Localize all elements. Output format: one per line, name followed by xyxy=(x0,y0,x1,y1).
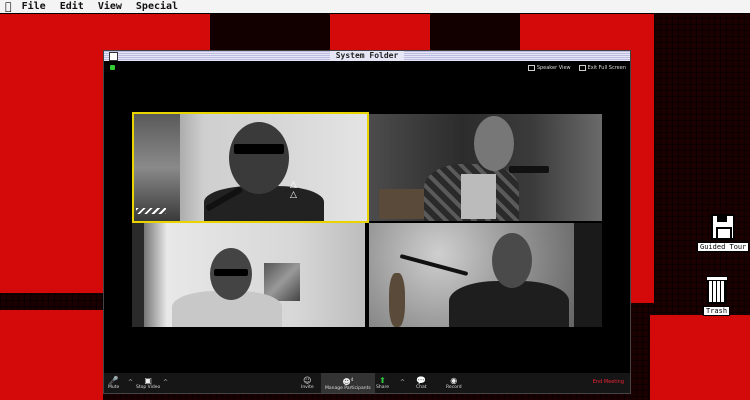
exit-full-screen-label: Exit Full Screen xyxy=(587,65,626,71)
menu-bar:  File Edit View Special xyxy=(0,0,750,14)
background-red-bottom-left xyxy=(0,310,103,400)
speaker-view-button[interactable]: Speaker View xyxy=(527,65,571,71)
share-label: Share xyxy=(376,385,389,390)
background-red-right xyxy=(629,13,654,303)
background-red-top-center xyxy=(330,13,430,50)
floppy-disk-icon xyxy=(711,214,736,240)
guitar xyxy=(389,273,405,327)
microphone-icon: 🎤 xyxy=(108,376,119,385)
speaker-view-label: Speaker View xyxy=(536,65,571,71)
participant-count: 4 xyxy=(350,376,354,382)
record-icon: ◉ xyxy=(450,376,458,385)
invite-icon: ☺ xyxy=(303,376,312,385)
mute-button[interactable]: 🎤 Mute xyxy=(108,373,119,393)
invite-button[interactable]: ☺ Invite xyxy=(301,373,314,393)
decal-triangle-icon: △ △ xyxy=(290,180,297,200)
participant-2-tshirt xyxy=(461,174,496,219)
video-tile-active-speaker[interactable]: △ △ xyxy=(132,112,369,223)
view-controls: Speaker View Exit Full Screen xyxy=(527,65,626,71)
security-lock-icon[interactable] xyxy=(110,65,115,70)
participant-2-head xyxy=(474,116,514,171)
menu-special[interactable]: Special xyxy=(136,1,178,12)
share-button[interactable]: ⬆ Share xyxy=(376,373,389,393)
poster-wall xyxy=(134,114,180,221)
background-dark-block-2 xyxy=(430,13,520,50)
end-meeting-button[interactable]: End Meeting xyxy=(593,379,624,385)
participant-2-microphone xyxy=(509,166,549,173)
background-red-bottom-right xyxy=(650,315,750,400)
share-screen-icon: ⬆ xyxy=(379,376,386,385)
mute-label: Mute xyxy=(108,385,120,390)
chat-icon: 💬 xyxy=(416,376,427,385)
background-red-top-mid xyxy=(100,13,210,50)
invite-label: Invite xyxy=(301,385,314,390)
video-tile-participant-2[interactable] xyxy=(369,114,602,221)
desktop-icon-guided-tour[interactable]: Guided Tour xyxy=(697,214,750,252)
video-tile-participant-3[interactable] xyxy=(132,223,365,327)
trash-can-icon xyxy=(705,276,728,304)
participant-4-body xyxy=(449,281,569,327)
video-tile-participant-4[interactable] xyxy=(369,223,602,327)
video-options-chevron-icon[interactable]: ^ xyxy=(163,379,168,386)
decal-stripes xyxy=(136,208,166,214)
desktop-icon-trash[interactable]: Trash xyxy=(703,276,731,316)
participant-1-head xyxy=(229,122,289,194)
chat-label: Chat xyxy=(416,385,427,390)
background-dark-block-1 xyxy=(210,13,330,50)
amplifier xyxy=(574,223,602,327)
window-title: System Folder xyxy=(329,51,405,61)
record-button[interactable]: ◉ Record xyxy=(446,373,462,393)
guided-tour-label: Guided Tour xyxy=(697,242,750,252)
exit-full-screen-icon xyxy=(578,65,586,71)
window-titlebar[interactable]: System Folder xyxy=(104,51,630,61)
menu-edit[interactable]: Edit xyxy=(60,1,84,12)
speaker-view-icon xyxy=(527,65,535,71)
background-red-top-left xyxy=(0,13,103,293)
participant-3-sunglasses xyxy=(214,269,248,276)
stop-video-label: Stop Video xyxy=(136,385,161,390)
menu-file[interactable]: File xyxy=(22,1,46,12)
audio-options-chevron-icon[interactable]: ^ xyxy=(128,379,133,386)
participants-icon: ☻4 xyxy=(342,376,354,387)
exit-full-screen-button[interactable]: Exit Full Screen xyxy=(578,65,626,71)
participant-4-head xyxy=(492,233,532,288)
trash-label: Trash xyxy=(703,306,731,316)
menu-view[interactable]: View xyxy=(98,1,122,12)
manage-participants-label: Manage Participants xyxy=(325,386,371,392)
share-options-chevron-icon[interactable]: ^ xyxy=(400,379,405,386)
mic-stand xyxy=(399,254,469,276)
record-label: Record xyxy=(446,385,462,390)
manage-participants-button[interactable]: ☻4 Manage Participants xyxy=(321,373,375,393)
zoom-window: System Folder Speaker View Exit Full Scr… xyxy=(103,50,631,394)
close-box-icon[interactable] xyxy=(109,52,118,61)
participant-1-sunglasses xyxy=(234,144,284,154)
chat-button[interactable]: 💬 Chat xyxy=(416,373,427,393)
video-camera-icon: ▣ xyxy=(144,376,152,385)
meeting-toolbar: 🎤 Mute ^ ▣ Stop Video ^ ☺ Invite ☻4 Mana… xyxy=(104,373,630,393)
stop-video-button[interactable]: ▣ Stop Video xyxy=(136,373,160,393)
dark-wall-edge xyxy=(132,223,144,327)
apple-menu-icon[interactable]:  xyxy=(5,0,12,13)
